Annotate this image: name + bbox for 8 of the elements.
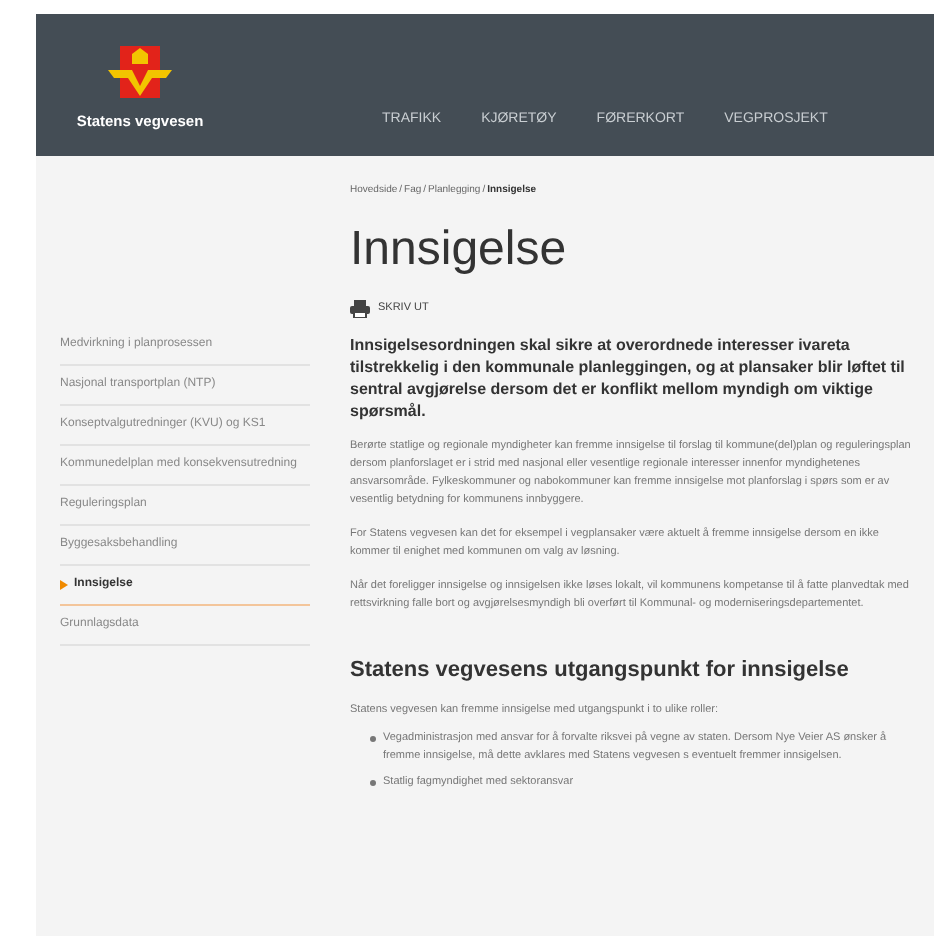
section-heading: Statens vegvesens utgangspunkt for innsigelse (350, 655, 851, 685)
printer-icon (350, 299, 370, 317)
bullet-icon (370, 780, 375, 785)
logo-icon (106, 41, 174, 102)
bullet-icon (370, 736, 375, 741)
lead-paragraph: Innsigelsesordningen skal sikre at overordnede interesser ivareta tilstrekkelig i den kommunale planleggingen, og at plansaker blir løftet til sentral avgjørelse dersom det er konflikt mellom myndigh om viktige spørsmål. (350, 333, 907, 421)
page-title: Innsigelse (350, 219, 569, 279)
arrow-icon (60, 579, 68, 589)
